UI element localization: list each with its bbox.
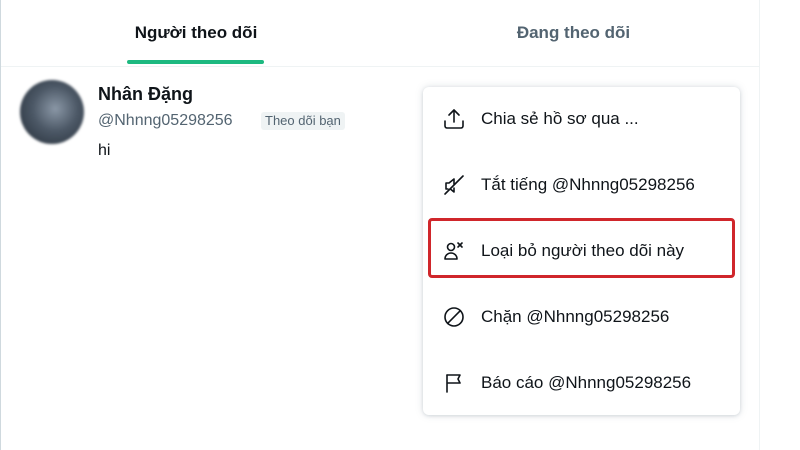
menu-item-label: Báo cáo @Nhnng05298256 — [481, 373, 692, 392]
menu-item-share-profile[interactable]: Chia sẻ hồ sơ qua ... — [423, 87, 740, 151]
block-icon — [442, 305, 466, 329]
share-icon — [442, 107, 466, 131]
user-name[interactable]: Nhân Đặng — [98, 84, 193, 105]
menu-item-label: Chia sẻ hồ sơ qua ... — [481, 109, 639, 128]
avatar[interactable] — [20, 80, 84, 144]
menu-item-label: Chặn @Nhnng05298256 — [481, 307, 670, 326]
mute-icon — [442, 173, 466, 197]
menu-item-label: Loại bỏ người theo dõi này — [481, 241, 685, 260]
dropdown-menu: Chia sẻ hồ sơ qua ... Tắt tiếng @Nhnng05… — [423, 87, 740, 415]
active-tab-indicator — [127, 60, 264, 64]
menu-item-report[interactable]: Báo cáo @Nhnng05298256 — [423, 351, 740, 415]
menu-item-mute[interactable]: Tắt tiếng @Nhnng05298256 — [423, 153, 740, 217]
follows-you-badge: Theo dõi bạn — [261, 112, 345, 130]
menu-item-label: Tắt tiếng @Nhnng05298256 — [481, 175, 695, 194]
flag-icon — [442, 371, 466, 395]
left-border — [0, 0, 1, 450]
right-border — [759, 0, 760, 450]
menu-item-block[interactable]: Chặn @Nhnng05298256 — [423, 285, 740, 349]
tab-followers[interactable]: Người theo dõi — [1, 0, 391, 66]
tab-bar: Người theo dõi Đang theo dõi — [1, 0, 759, 67]
user-bio: hi — [98, 142, 111, 159]
user-handle[interactable]: @Nhnng05298256 — [98, 112, 233, 130]
tab-following[interactable]: Đang theo dõi — [386, 0, 761, 66]
remove-follower-icon — [442, 239, 466, 263]
menu-item-remove-follower[interactable]: Loại bỏ người theo dõi này — [423, 219, 740, 283]
